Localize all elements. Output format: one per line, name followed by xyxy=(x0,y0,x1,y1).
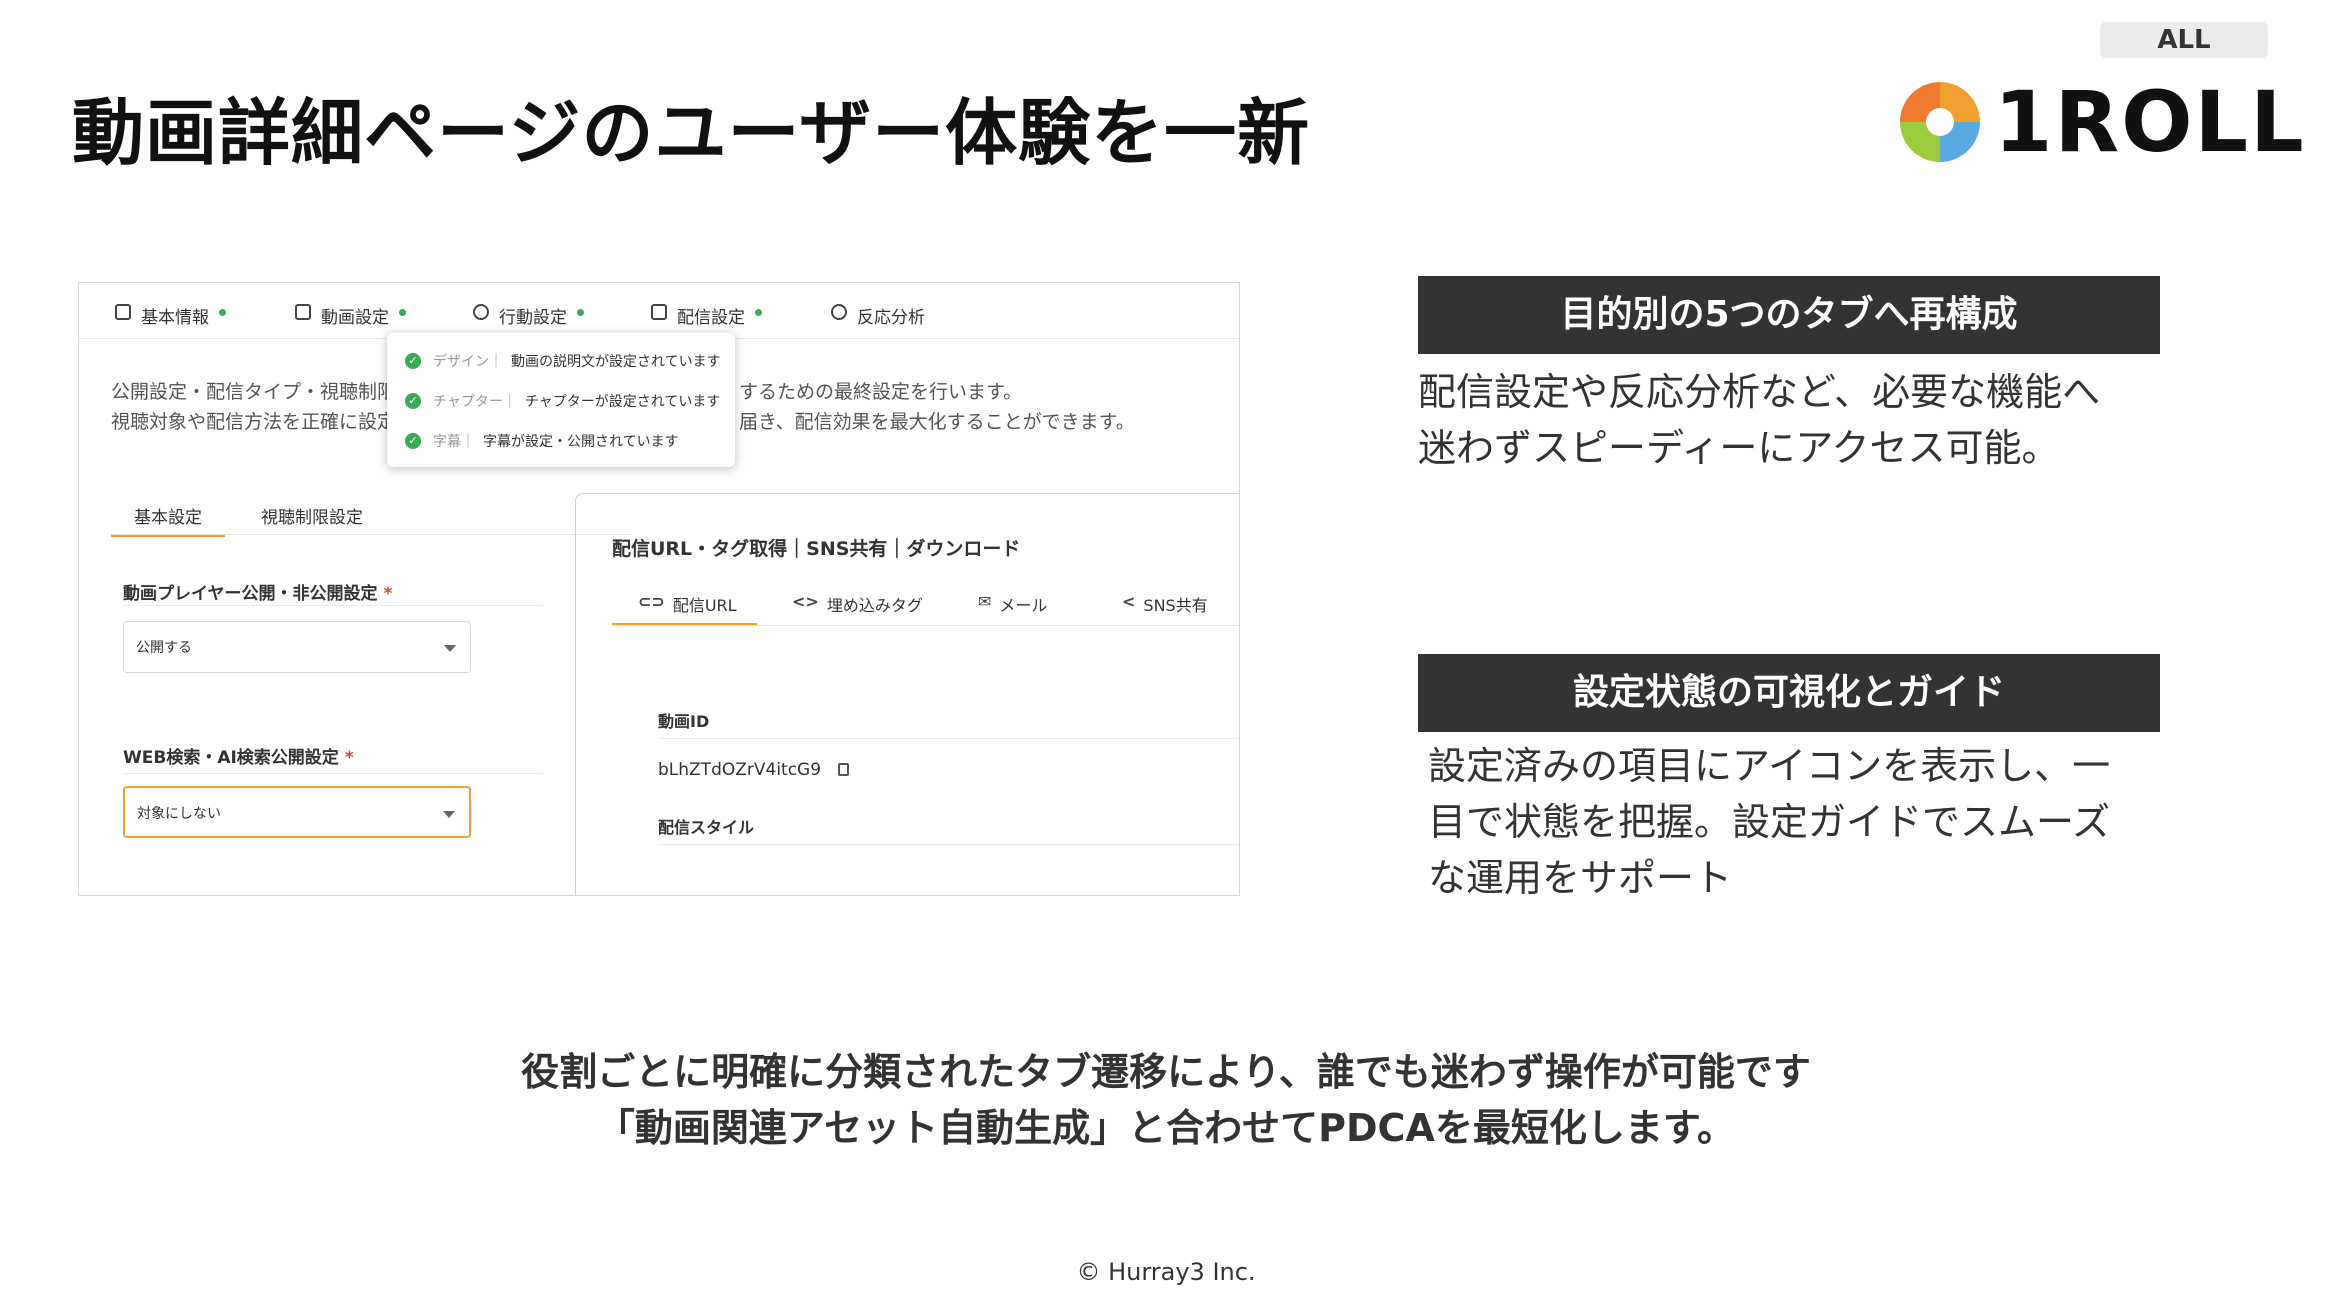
select-value: 公開する xyxy=(136,640,192,656)
field-divider xyxy=(658,844,1239,845)
card-title: 配信URL・タグ取得｜SNS共有｜ダウンロード xyxy=(612,538,1021,560)
tab-label: 行動設定 xyxy=(499,308,567,328)
feature-heading-status: 設定状態の可視化とガイド xyxy=(1418,654,2160,732)
popup-item-value: 動画の説明文が設定されています xyxy=(511,354,721,370)
feature-line: 迷わずスピーディーにアクセス可能。 xyxy=(1418,426,2060,470)
caret-down-icon xyxy=(443,811,455,818)
field-label-text: WEB検索・AI検索公開設定 xyxy=(123,748,339,768)
search-visibility-select[interactable]: 対象にしない xyxy=(123,786,471,838)
video-id-text: bLhZTdOZrV4itcG9 xyxy=(658,760,822,780)
feature-line: 配信設定や反応分析など、必要な機能へ xyxy=(1418,370,2101,414)
subtab-basic-settings[interactable]: 基本設定 xyxy=(111,503,225,537)
subtab-view-restriction[interactable]: 視聴制限設定 xyxy=(261,503,363,537)
smile-icon xyxy=(831,304,847,320)
settings-status-popup: ✓ デザイン｜ 動画の説明文が設定されています ✓ チャプター｜ チャプターが設… xyxy=(387,333,735,467)
all-badge: ALL xyxy=(2100,22,2268,58)
field-divider xyxy=(123,773,543,774)
popup-item-key: デザイン｜ xyxy=(433,354,503,370)
tab-reaction-analysis[interactable]: 反応分析 xyxy=(831,303,925,337)
video-id-label: 動画ID xyxy=(658,712,710,731)
video-id-value: bLhZTdOZrV4itcG9 xyxy=(658,760,850,780)
summary-line: 「動画関連アセット自動生成」と合わせてPDCAを最短化します。 xyxy=(596,1106,1736,1150)
card-tab-divider xyxy=(612,625,1239,626)
tab-delivery-url[interactable]: ⊂⊃ 配信URL xyxy=(612,592,757,626)
main-tab-bar: 基本情報 動画設定 行動設定 配信設定 反応分析 xyxy=(79,283,1239,339)
description-line: するための最終設定を行います。 xyxy=(739,381,1023,403)
mail-icon: ✉ xyxy=(978,592,992,611)
status-dot xyxy=(219,309,226,316)
document-icon xyxy=(115,304,131,320)
tab-label: 配信設定 xyxy=(677,308,745,328)
feature-body-tabs: 配信設定や反応分析など、必要な機能へ 迷わずスピーディーにアクセス可能。 xyxy=(1418,364,2178,476)
feature-line: 設定済みの項目にアイコンを表示し、一 xyxy=(1428,744,2111,788)
feature-heading-tabs: 目的別の5つのタブへ再構成 xyxy=(1418,276,2160,354)
popup-item-key: 字幕｜ xyxy=(433,434,475,450)
tab-sns-share[interactable]: < SNS共有 xyxy=(1122,592,1208,626)
tab-video-settings[interactable]: 動画設定 xyxy=(295,303,406,337)
description-line: 公開設定・配信タイプ・視聴制限 xyxy=(111,381,397,403)
tab-label: 基本情報 xyxy=(141,308,209,328)
field-divider xyxy=(658,738,1239,739)
popup-item-key: チャプター｜ xyxy=(433,394,517,410)
tab-label: 動画設定 xyxy=(321,308,389,328)
popup-item: ✓ 字幕｜ 字幕が設定・公開されています xyxy=(405,431,679,451)
tab-delivery-settings[interactable]: 配信設定 xyxy=(651,303,762,337)
copy-icon[interactable] xyxy=(838,763,850,776)
share-icon: < xyxy=(1122,592,1136,611)
popup-item-value: 字幕が設定・公開されています xyxy=(483,434,679,450)
check-icon: ✓ xyxy=(405,393,421,409)
tab-action-settings[interactable]: 行動設定 xyxy=(473,303,584,337)
video-settings-icon xyxy=(295,304,311,320)
tab-label: SNS共有 xyxy=(1143,596,1208,615)
description-line: 視聴対象や配信方法を正確に設定 xyxy=(111,411,397,433)
popup-item-value: チャプターが設定されています xyxy=(524,394,721,410)
page-title: 動画詳細ページのユーザー体験を一新 xyxy=(72,91,1311,175)
required-mark: * xyxy=(344,748,354,768)
logo-text: 1ROLL xyxy=(1994,73,2306,171)
feature-line: 目で状態を把握。設定ガイドでスムーズ xyxy=(1428,800,2111,844)
field-label-text: 動画プレイヤー公開・非公開設定 xyxy=(123,584,378,604)
logo-mark-icon xyxy=(1900,82,1980,162)
delivery-card: 配信URL・タグ取得｜SNS共有｜ダウンロード ⊂⊃ 配信URL <> 埋め込み… xyxy=(575,493,1239,895)
tab-label: 埋め込みタグ xyxy=(826,596,923,615)
field-divider xyxy=(123,605,543,606)
player-visibility-select[interactable]: 公開する xyxy=(123,621,471,673)
tab-label: 反応分析 xyxy=(857,308,925,328)
description-line: 届き、配信効果を最大化することができます。 xyxy=(739,411,1135,433)
check-icon: ✓ xyxy=(405,433,421,449)
tab-email[interactable]: ✉ メール xyxy=(978,592,1047,626)
subtab-divider xyxy=(111,534,631,535)
select-value: 対象にしない xyxy=(137,806,221,822)
check-icon: ✓ xyxy=(405,353,421,369)
feature-line: な運用をサポート xyxy=(1428,856,1733,900)
link-icon: ⊂⊃ xyxy=(638,592,665,611)
popup-item: ✓ チャプター｜ チャプターが設定されています xyxy=(405,391,720,411)
pointer-icon xyxy=(473,304,489,320)
status-dot xyxy=(577,309,584,316)
tab-label: メール xyxy=(999,596,1048,615)
summary-line: 役割ごとに明確に分類されたタブ遷移により、誰でも迷わず操作が可能です xyxy=(521,1050,1811,1094)
tab-label: 配信URL xyxy=(672,596,737,615)
feature-body-status: 設定済みの項目にアイコンを表示し、一 目で状態を把握。設定ガイドでスムーズ な運… xyxy=(1428,738,2188,906)
status-dot xyxy=(399,309,406,316)
code-icon: <> xyxy=(792,592,819,611)
caret-down-icon xyxy=(444,645,456,652)
delivery-style-label: 配信スタイル xyxy=(658,818,755,837)
cast-icon xyxy=(651,304,667,320)
popup-item: ✓ デザイン｜ 動画の説明文が設定されています xyxy=(405,351,721,371)
search-visibility-label: WEB検索・AI検索公開設定 * xyxy=(123,743,354,768)
status-dot xyxy=(755,309,762,316)
product-screenshot: 基本情報 動画設定 行動設定 配信設定 反応分析 公開設定・配信タイプ・視聴制限… xyxy=(78,282,1240,896)
copyright-footer: © Hurray3 Inc. xyxy=(1076,1258,1256,1286)
required-mark: * xyxy=(383,584,393,604)
tab-embed-tag[interactable]: <> 埋め込みタグ xyxy=(792,592,923,626)
summary-text: 役割ごとに明確に分類されたタブ遷移により、誰でも迷わず操作が可能です 「動画関連… xyxy=(0,1044,2332,1156)
player-visibility-label: 動画プレイヤー公開・非公開設定 * xyxy=(123,579,392,604)
brand-logo: 1ROLL xyxy=(1900,80,2306,164)
tab-basic-info[interactable]: 基本情報 xyxy=(115,303,226,337)
